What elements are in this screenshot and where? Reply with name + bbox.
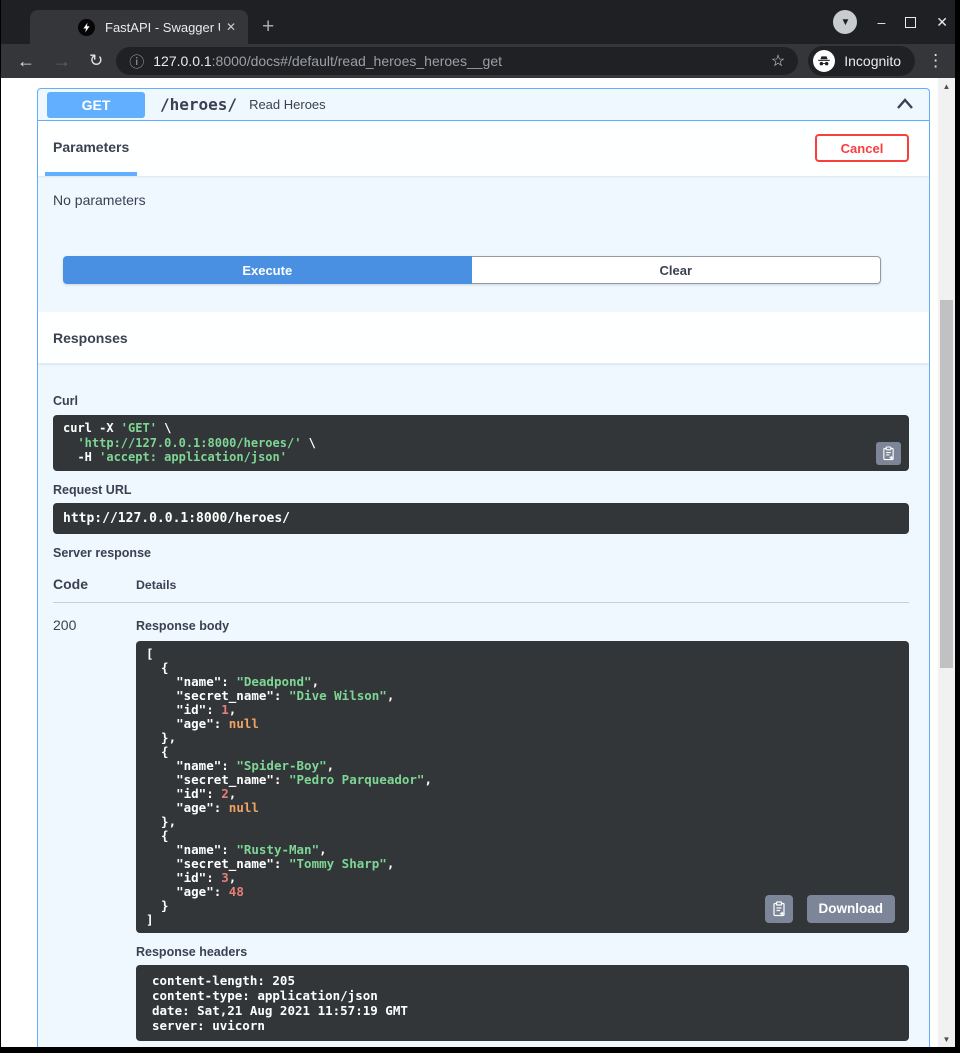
endpoint-path: /heroes/ (160, 95, 237, 114)
request-url-value: http://127.0.0.1:8000/heroes/ (63, 511, 290, 526)
address-bar[interactable]: ⓘ 127.0.0.1:8000/docs#/default/read_hero… (116, 47, 798, 75)
incognito-badge: Incognito (808, 46, 915, 76)
code-line: [ (146, 647, 899, 661)
scroll-down-icon[interactable]: ▼ (938, 1031, 955, 1047)
code-line: "age": null (146, 801, 899, 815)
opblock-summary[interactable]: GET /heroes/ Read Heroes (38, 89, 929, 121)
bookmark-star-icon[interactable]: ☆ (771, 51, 785, 71)
method-badge: GET (47, 92, 145, 118)
code-line: }, (146, 731, 899, 745)
responses-body: Curl curl -X 'GET' \ 'http://127.0.0.1:8… (38, 394, 929, 1047)
window-frame-left (0, 0, 1, 1053)
execute-section: No parameters Execute Clear (38, 176, 929, 312)
browser-menu-icon[interactable]: ⋮ (927, 51, 944, 71)
code-line: { (146, 745, 899, 759)
curl-command-block: curl -X 'GET' \ 'http://127.0.0.1:8000/h… (53, 415, 909, 471)
url-path: :8000/docs#/default/read_heroes_heroes__… (212, 53, 502, 69)
response-headers-label: Response headers (136, 945, 909, 959)
scroll-up-icon[interactable]: ▲ (938, 78, 955, 94)
response-body-label: Response body (136, 619, 909, 633)
code-line: "secret_name": "Pedro Parqueador", (146, 773, 899, 787)
server-response-label: Server response (53, 546, 909, 560)
responses-title: Responses (53, 330, 128, 346)
maximize-button[interactable] (905, 17, 916, 28)
scrollbar-thumb[interactable] (940, 300, 953, 668)
profile-avatar-button[interactable]: ▼ (833, 10, 857, 34)
endpoint-summary: Read Heroes (249, 97, 326, 112)
back-icon[interactable]: ← (17, 52, 35, 70)
code-line: "name": "Deadpond", (146, 675, 899, 689)
code-line: content-length: 205 (152, 973, 899, 988)
collapse-chevron-icon[interactable] (895, 96, 915, 114)
execute-button[interactable]: Execute (63, 256, 472, 284)
window-frame-bottom (0, 1047, 960, 1053)
opblock-get-heroes: GET /heroes/ Read Heroes Parameters Canc… (37, 88, 930, 1047)
response-row: 200 Response body [ { "name": "Deadpond"… (53, 603, 909, 1041)
code-line: "age": null (146, 717, 899, 731)
code-line: "id": 2, (146, 787, 899, 801)
browser-toolbar: ← → ↻ ⓘ 127.0.0.1:8000/docs#/default/rea… (0, 44, 960, 78)
code-line: "name": "Rusty-Man", (146, 843, 899, 857)
tab-title: FastAPI - Swagger UI (105, 20, 220, 35)
code-line: "id": 3, (146, 871, 899, 885)
code-line: "id": 1, (146, 703, 899, 717)
request-url-block: http://127.0.0.1:8000/heroes/ (53, 503, 909, 534)
site-info-icon[interactable]: ⓘ (129, 51, 144, 72)
parameters-tab-label: Parameters (53, 139, 129, 155)
minimize-button[interactable]: – (877, 15, 885, 29)
cancel-button[interactable]: Cancel (815, 134, 909, 162)
browser-window: FastAPI - Swagger UI ✕ + ▼ – ✕ ← → ↻ ⓘ 1… (0, 0, 960, 1053)
new-tab-button[interactable]: + (262, 14, 274, 40)
code-line: -H 'accept: application/json' (63, 450, 899, 465)
copy-curl-button[interactable] (876, 442, 901, 465)
reload-icon[interactable]: ↻ (89, 52, 103, 70)
code-line: 'http://127.0.0.1:8000/heroes/' \ (63, 436, 899, 451)
browser-tab[interactable]: FastAPI - Swagger UI ✕ (30, 10, 248, 44)
response-table-header: Code Details (53, 576, 909, 592)
code-line: { (146, 829, 899, 843)
code-line: content-type: application/json (152, 988, 899, 1003)
url-text[interactable]: 127.0.0.1:8000/docs#/default/read_heroes… (153, 53, 771, 69)
download-button[interactable]: Download (807, 895, 896, 923)
tab-close-icon[interactable]: ✕ (226, 20, 236, 34)
responses-header: Responses (38, 312, 929, 364)
window-frame-right (955, 0, 960, 1053)
code-line: { (146, 661, 899, 675)
details-column-header: Details (136, 578, 176, 592)
parameters-header: Parameters Cancel (38, 121, 929, 176)
code-line: server: uvicorn (152, 1018, 899, 1033)
incognito-label: Incognito (844, 53, 901, 69)
code-line: "secret_name": "Tommy Sharp", (146, 857, 899, 871)
clear-button[interactable]: Clear (472, 256, 882, 284)
status-code: 200 (53, 603, 136, 1041)
page-scrollbar[interactable]: ▲ ▼ (938, 78, 955, 1047)
swagger-page: GET /heroes/ Read Heroes Parameters Canc… (1, 78, 955, 1047)
response-headers-block: content-length: 205content-type: applica… (136, 965, 909, 1041)
forward-icon[interactable]: → (53, 52, 71, 70)
window-close-button[interactable]: ✕ (936, 15, 948, 29)
request-url-label: Request URL (53, 483, 909, 497)
curl-label: Curl (53, 394, 909, 408)
code-line: }, (146, 815, 899, 829)
fastapi-favicon-icon (78, 19, 95, 36)
no-parameters-text: No parameters (53, 190, 899, 210)
code-line: "name": "Spider-Boy", (146, 759, 899, 773)
code-line: "secret_name": "Dive Wilson", (146, 689, 899, 703)
copy-response-button[interactable] (765, 895, 793, 923)
code-line: date: Sat,21 Aug 2021 11:57:19 GMT (152, 1003, 899, 1018)
incognito-icon (813, 50, 835, 72)
code-column-header: Code (53, 576, 136, 592)
code-line: curl -X 'GET' \ (63, 421, 899, 436)
response-body-block: [ { "name": "Deadpond", "secret_name": "… (136, 641, 909, 933)
tab-strip: FastAPI - Swagger UI ✕ + ▼ – ✕ (0, 0, 960, 44)
tab-parameters[interactable]: Parameters (45, 121, 137, 176)
url-domain: 127.0.0.1 (153, 53, 211, 69)
